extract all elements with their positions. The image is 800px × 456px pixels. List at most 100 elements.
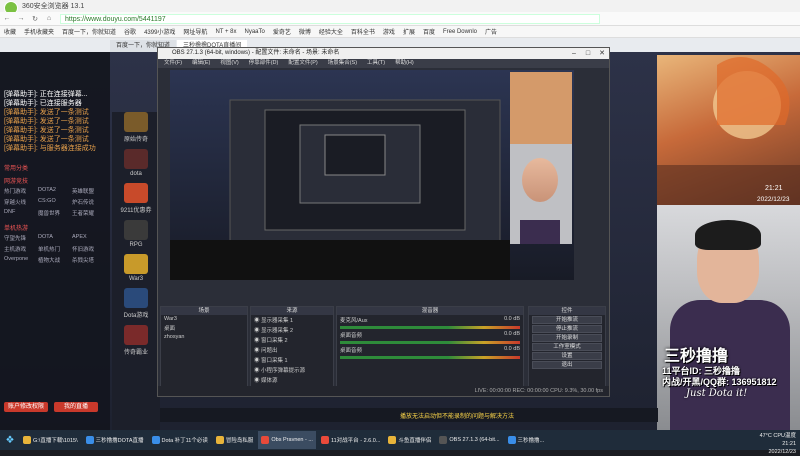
system-tray[interactable]: 47°C CPU温度 21:21 2022/12/23	[760, 432, 796, 456]
eye-icon[interactable]: ◉	[254, 358, 261, 364]
category-link[interactable]: 植物大战	[38, 256, 72, 264]
bookmark-link[interactable]: 游戏	[383, 27, 395, 36]
taskbar-item[interactable]: 斗鱼直播伴侣	[385, 431, 434, 449]
bookmark-link[interactable]: 手机收藏夹	[24, 27, 54, 36]
taskbar-item[interactable]: 冒险岛私服	[213, 431, 257, 449]
bookmark-link[interactable]: 谷歌	[124, 27, 136, 36]
account-button[interactable]: 账户修改权限	[4, 402, 48, 412]
category-link[interactable]: 王者荣耀	[72, 209, 106, 217]
source-item[interactable]: ◉ 窗口采集 2	[251, 335, 333, 345]
home-icon[interactable]: ⌂	[42, 15, 56, 22]
game-item[interactable]: dota	[114, 149, 158, 177]
eye-icon[interactable]: ◉	[254, 328, 261, 334]
eye-icon[interactable]: ◉	[254, 348, 261, 354]
volume-meter[interactable]	[340, 326, 520, 329]
bookmark-link[interactable]: NyaaTo	[245, 29, 265, 35]
category-link[interactable]: 热门游戏	[4, 187, 38, 195]
category-link[interactable]: 怀旧游戏	[72, 245, 106, 253]
forward-icon[interactable]: →	[14, 15, 28, 22]
bookmark-link[interactable]: 4399小游戏	[144, 27, 175, 36]
taskbar-item[interactable]: 三秒撸撸DOTA直播	[83, 431, 147, 449]
bookmark-link[interactable]: 网址导航	[183, 27, 207, 36]
category-link[interactable]: DOTA	[38, 234, 72, 242]
category-link[interactable]: 杀戮尖塔	[72, 256, 106, 264]
bookmark-link[interactable]: 爱奇艺	[273, 27, 291, 36]
obs-preview[interactable]	[170, 70, 574, 280]
minimize-icon[interactable]: –	[567, 48, 581, 59]
control-button[interactable]: 开始推流	[532, 316, 602, 324]
source-item[interactable]: ◉ 问题出	[251, 345, 333, 355]
control-button[interactable]: 停止推流	[532, 325, 602, 333]
url-field[interactable]: https://www.douyu.com/5441197	[60, 13, 600, 24]
control-button[interactable]: 开始录制	[532, 334, 602, 342]
category-link[interactable]: 单机热门	[38, 245, 72, 253]
scene-item[interactable]: 桌面	[161, 323, 247, 333]
bookmark-link[interactable]: NT + 8x	[215, 29, 236, 35]
taskbar-item[interactable]: G:\直播下载\1015\	[20, 431, 81, 449]
category-link[interactable]: APEX	[72, 234, 106, 242]
obs-menu-item[interactable]: 配置文件(P)	[288, 59, 317, 68]
bookmark-link[interactable]: 经验大全	[319, 27, 343, 36]
eye-icon[interactable]: ◉	[254, 378, 261, 384]
obs-menu-item[interactable]: 停靠部件(D)	[249, 59, 279, 68]
bookmark-link[interactable]: Free Downlo	[443, 29, 477, 35]
control-button[interactable]: 退出	[532, 361, 602, 369]
category-link[interactable]: DOTA2	[38, 187, 72, 195]
source-item[interactable]: ◉ 小程序弹幕提示源	[251, 365, 333, 375]
category-link[interactable]: DNF	[4, 209, 38, 217]
bookmark-link[interactable]: 扩展	[403, 27, 415, 36]
my-live-button[interactable]: 我的直播	[54, 402, 98, 412]
category-link[interactable]: 魔兽世界	[38, 209, 72, 217]
source-item[interactable]: ◉ 显示器采集 2	[251, 325, 333, 335]
eye-icon[interactable]: ◉	[254, 368, 261, 374]
game-item[interactable]: 原始传奇	[114, 112, 158, 143]
control-button[interactable]: 工作室模式	[532, 343, 602, 351]
category-link[interactable]: 守望先锋	[4, 234, 38, 242]
start-button[interactable]: ❖	[0, 430, 20, 450]
source-item[interactable]: ◉ 显示器采集 1	[251, 315, 333, 325]
control-button[interactable]: 设置	[532, 352, 602, 360]
obs-menu-item[interactable]: 编辑(E)	[192, 59, 210, 68]
obs-menu-item[interactable]: 帮助(H)	[395, 59, 414, 68]
taskbar-item[interactable]: 三秒撸撸...	[505, 431, 548, 449]
eye-icon[interactable]: ◉	[254, 318, 261, 324]
game-item[interactable]: War3	[114, 254, 158, 282]
taskbar-item[interactable]: Obs Pravnen - ...	[258, 431, 316, 449]
category-link[interactable]: 主机游戏	[4, 245, 38, 253]
bookmark-link[interactable]: 百科全书	[351, 27, 375, 36]
game-item[interactable]: RPG	[114, 220, 158, 248]
section-head: 单机热游	[4, 226, 29, 232]
category-link[interactable]: 炉石传说	[72, 198, 106, 206]
notice-text[interactable]: 播放无法启动但不能录制的问题与解决方法	[400, 411, 514, 420]
bookmark-link[interactable]: 广告	[485, 27, 497, 36]
category-link[interactable]: Overpone	[4, 256, 38, 264]
bookmark-link[interactable]: 百度	[423, 27, 435, 36]
taskbar-item[interactable]: OBS 27.1.3 (64-bit...	[436, 431, 502, 449]
back-icon[interactable]: ←	[0, 15, 14, 22]
close-icon[interactable]: ✕	[595, 48, 609, 59]
volume-meter[interactable]	[340, 341, 520, 344]
source-item[interactable]: ◉ 窗口采集 1	[251, 355, 333, 365]
game-item[interactable]: 9211优惠券	[114, 183, 158, 214]
taskbar-item[interactable]: 11对战平台 - 2.6.0...	[318, 431, 383, 449]
obs-menu-item[interactable]: 视图(V)	[220, 59, 238, 68]
game-item[interactable]: 传奇霸业	[114, 325, 158, 356]
scene-item[interactable]: zhosyan	[161, 333, 247, 341]
taskbar-item[interactable]: Dota 补丁11个必读	[149, 431, 211, 449]
maximize-icon[interactable]: □	[581, 48, 595, 59]
category-link[interactable]: CS:GO	[38, 198, 72, 206]
category-link[interactable]: 英雄联盟	[72, 187, 106, 195]
source-item[interactable]: ◉ 媒体源	[251, 375, 333, 385]
obs-menu-item[interactable]: 文件(F)	[164, 59, 182, 68]
obs-menu-item[interactable]: 场景集合(S)	[328, 59, 357, 68]
volume-meter[interactable]	[340, 356, 520, 359]
scene-item[interactable]: War3	[161, 315, 247, 323]
game-item[interactable]: Dota游戏	[114, 288, 158, 319]
category-link[interactable]: 穿越火线	[4, 198, 38, 206]
refresh-icon[interactable]: ↻	[28, 15, 42, 23]
bookmark-link[interactable]: 收藏	[4, 27, 16, 36]
eye-icon[interactable]: ◉	[254, 338, 261, 344]
obs-menu-item[interactable]: 工具(T)	[367, 59, 385, 68]
bookmark-link[interactable]: 微博	[299, 27, 311, 36]
bookmark-link[interactable]: 百度一下，你就知道	[62, 27, 116, 36]
